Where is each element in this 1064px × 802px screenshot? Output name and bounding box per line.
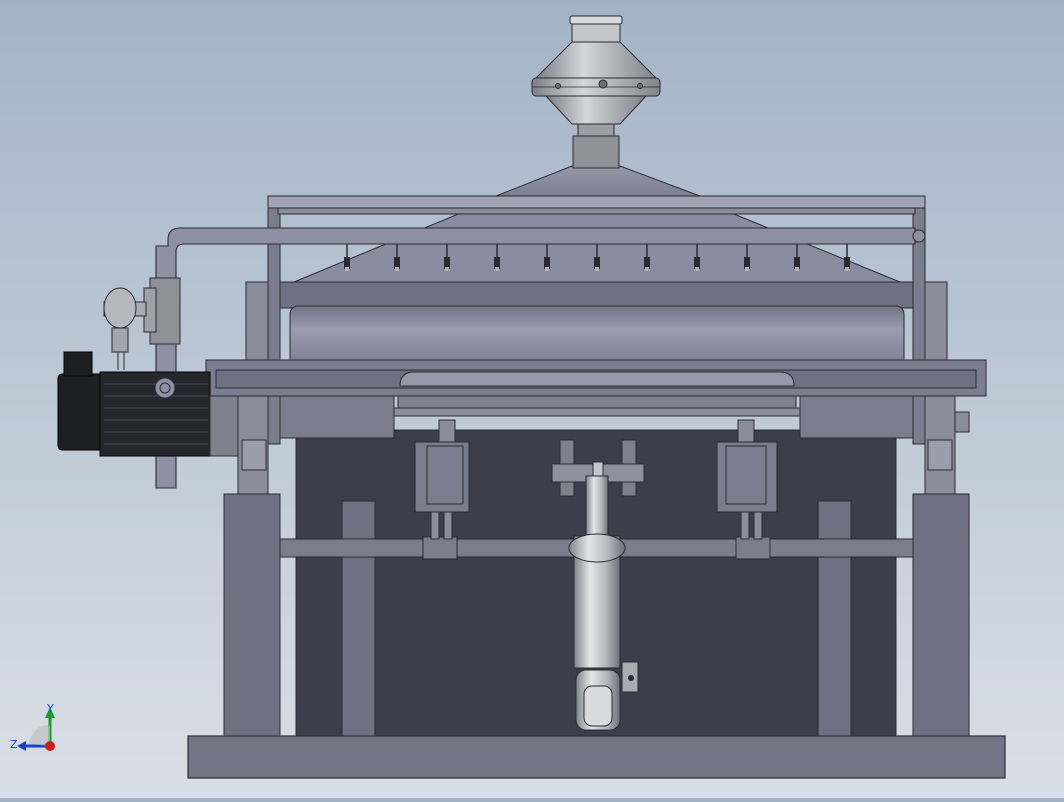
triad-y-label: Y xyxy=(46,702,54,715)
base-plate xyxy=(187,735,1006,779)
post-right-block xyxy=(927,439,953,471)
leg-left-outer xyxy=(223,493,281,737)
frame-inner-rail xyxy=(277,207,916,215)
cad-viewport[interactable]: Y Z xyxy=(0,0,1064,798)
leg-right-inner xyxy=(817,500,852,737)
triad-z-label: Z xyxy=(10,738,18,751)
tray-basin xyxy=(399,371,795,387)
beam-clamp-left xyxy=(422,536,458,560)
pipe-cap xyxy=(912,229,926,243)
leg-right-outer xyxy=(912,493,970,737)
nozzle-icon xyxy=(844,244,850,271)
side-skirt-right xyxy=(799,395,914,439)
side-skirt-left xyxy=(279,395,395,439)
exhaust-fan xyxy=(531,15,661,169)
hood-upper xyxy=(495,165,701,197)
hood-skirt xyxy=(279,281,914,309)
assembly-drawing: Y Z xyxy=(10,15,1006,779)
beam-clamp-right xyxy=(735,536,771,560)
frame-top-rail xyxy=(267,195,926,209)
basin-lip xyxy=(393,407,801,417)
nozzle-icon xyxy=(344,244,350,271)
post-left-block xyxy=(241,439,267,471)
triad-icon: Y Z xyxy=(10,702,55,751)
right-side-stub xyxy=(954,411,970,433)
pipe-flange xyxy=(154,377,176,399)
leg-left-inner xyxy=(341,500,376,737)
